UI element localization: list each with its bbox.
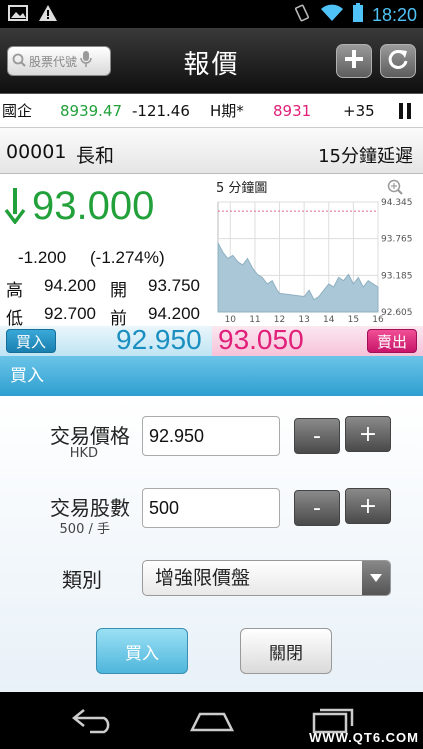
order-section-title: 買入 — [0, 356, 423, 396]
y-tick-label: 94.345 — [381, 198, 413, 208]
quantity-increase-button[interactable]: + — [345, 488, 391, 524]
quote-panel: 93.000 -1.200 (-1.274%) 高 94.200 開 93.75… — [0, 174, 423, 328]
order-type-value: 增強限價盤 — [155, 567, 251, 589]
bid-price[interactable]: 92.950 — [116, 324, 202, 356]
intraday-chart[interactable]: 5 分鐘圖 94.345 93.765 93.185 92.605 10 11 12 13 1… — [212, 176, 423, 326]
watermark: WWW.QT6.COM — [309, 730, 419, 745]
chart-title: 5 分鐘圖 — [216, 180, 267, 196]
price-input[interactable]: 92.950 — [142, 416, 280, 456]
bid-side: 買入 92.950 — [0, 324, 212, 356]
close-button[interactable]: 關閉 — [240, 628, 332, 674]
low-value: 92.700 — [44, 304, 96, 323]
bid-ask-bar: 買入 92.950 93.050 賣出 — [0, 324, 423, 356]
navigation-bar: WWW.QT6.COM — [0, 692, 423, 749]
home-icon[interactable] — [188, 706, 236, 738]
y-tick-label: 93.185 — [381, 271, 413, 281]
index-value: 8939.47 — [60, 101, 123, 120]
stock-header: 00001 長和 15分鐘延遲 — [0, 128, 423, 174]
x-tick-label: 14 — [323, 315, 335, 325]
futures-value: 8931 — [273, 101, 312, 120]
image-icon — [8, 4, 28, 26]
prev-value: 94.200 — [148, 304, 200, 323]
wifi-icon — [320, 3, 344, 27]
order-type-label: 類別 — [62, 568, 102, 592]
open-label: 開 — [110, 281, 127, 300]
back-icon[interactable] — [70, 706, 118, 738]
stock-name: 長和 — [76, 145, 115, 167]
index-name: 國企 — [2, 102, 33, 120]
high-label: 高 — [6, 281, 23, 300]
last-price: 93.000 — [32, 184, 155, 228]
chart-svg: 5 分鐘圖 94.34593.76593.18592.605 10 11 12 13 1… — [216, 179, 413, 325]
index-change: -121.46 — [132, 101, 190, 120]
price-increase-button[interactable]: + — [345, 416, 391, 452]
x-tick-label: 15 — [348, 315, 359, 325]
futures-change: +35 — [343, 101, 375, 120]
warning-icon — [38, 4, 58, 26]
pause-icon[interactable] — [398, 103, 412, 123]
ask-side: 93.050 賣出 — [212, 324, 423, 356]
zoom-icon[interactable] — [387, 179, 403, 195]
chevron-down-icon — [362, 561, 390, 595]
order-form: 交易價格 HKD 92.950 - + 交易股數 500 / 手 500 - +… — [0, 396, 423, 692]
open-value: 93.750 — [148, 276, 200, 295]
vibrate-icon — [292, 3, 312, 27]
buy-button[interactable]: 買入 — [96, 628, 188, 674]
quantity-decrease-button[interactable]: - — [294, 490, 340, 526]
futures-name: H期* — [210, 102, 244, 120]
price-currency: HKD — [69, 446, 98, 461]
y-tick-labels: 94.345 93.765 93.185 92.605 — [381, 198, 413, 318]
buy-quick-button[interactable]: 買入 — [6, 329, 56, 353]
price-change: -1.200 — [18, 248, 67, 267]
refresh-button[interactable] — [380, 44, 416, 78]
price-decrease-button[interactable]: - — [294, 418, 340, 454]
title-bar: 股票代號 報價 — [0, 28, 423, 94]
refresh-icon — [386, 47, 410, 75]
quantity-label: 交易股數 — [50, 496, 130, 520]
x-tick-label: 16 — [372, 315, 384, 325]
high-value: 94.200 — [44, 276, 96, 295]
index-ticker: 國企 8939.47 -121.46 H期* 8931 +35 — [0, 94, 423, 128]
add-button[interactable] — [336, 44, 372, 78]
y-tick-label: 92.605 — [381, 308, 413, 318]
arrow-down-icon — [4, 188, 26, 228]
delay-note: 15分鐘延遲 — [318, 146, 413, 167]
y-tick-label: 93.765 — [381, 235, 413, 245]
stock-code: 00001 — [6, 141, 67, 163]
status-bar: 18:20 — [0, 0, 423, 28]
plus-icon — [343, 48, 365, 74]
battery-icon — [352, 3, 364, 27]
price-label: 交易價格 — [50, 424, 130, 448]
lot-size: 500 / 手 — [59, 522, 110, 537]
price-change-pct: (-1.274%) — [90, 248, 165, 267]
order-type-select[interactable]: 增強限價盤 — [142, 560, 391, 596]
ask-price[interactable]: 93.050 — [218, 324, 304, 356]
clock: 18:20 — [371, 4, 417, 25]
sell-quick-button[interactable]: 賣出 — [367, 329, 417, 353]
quantity-input[interactable]: 500 — [142, 488, 280, 528]
